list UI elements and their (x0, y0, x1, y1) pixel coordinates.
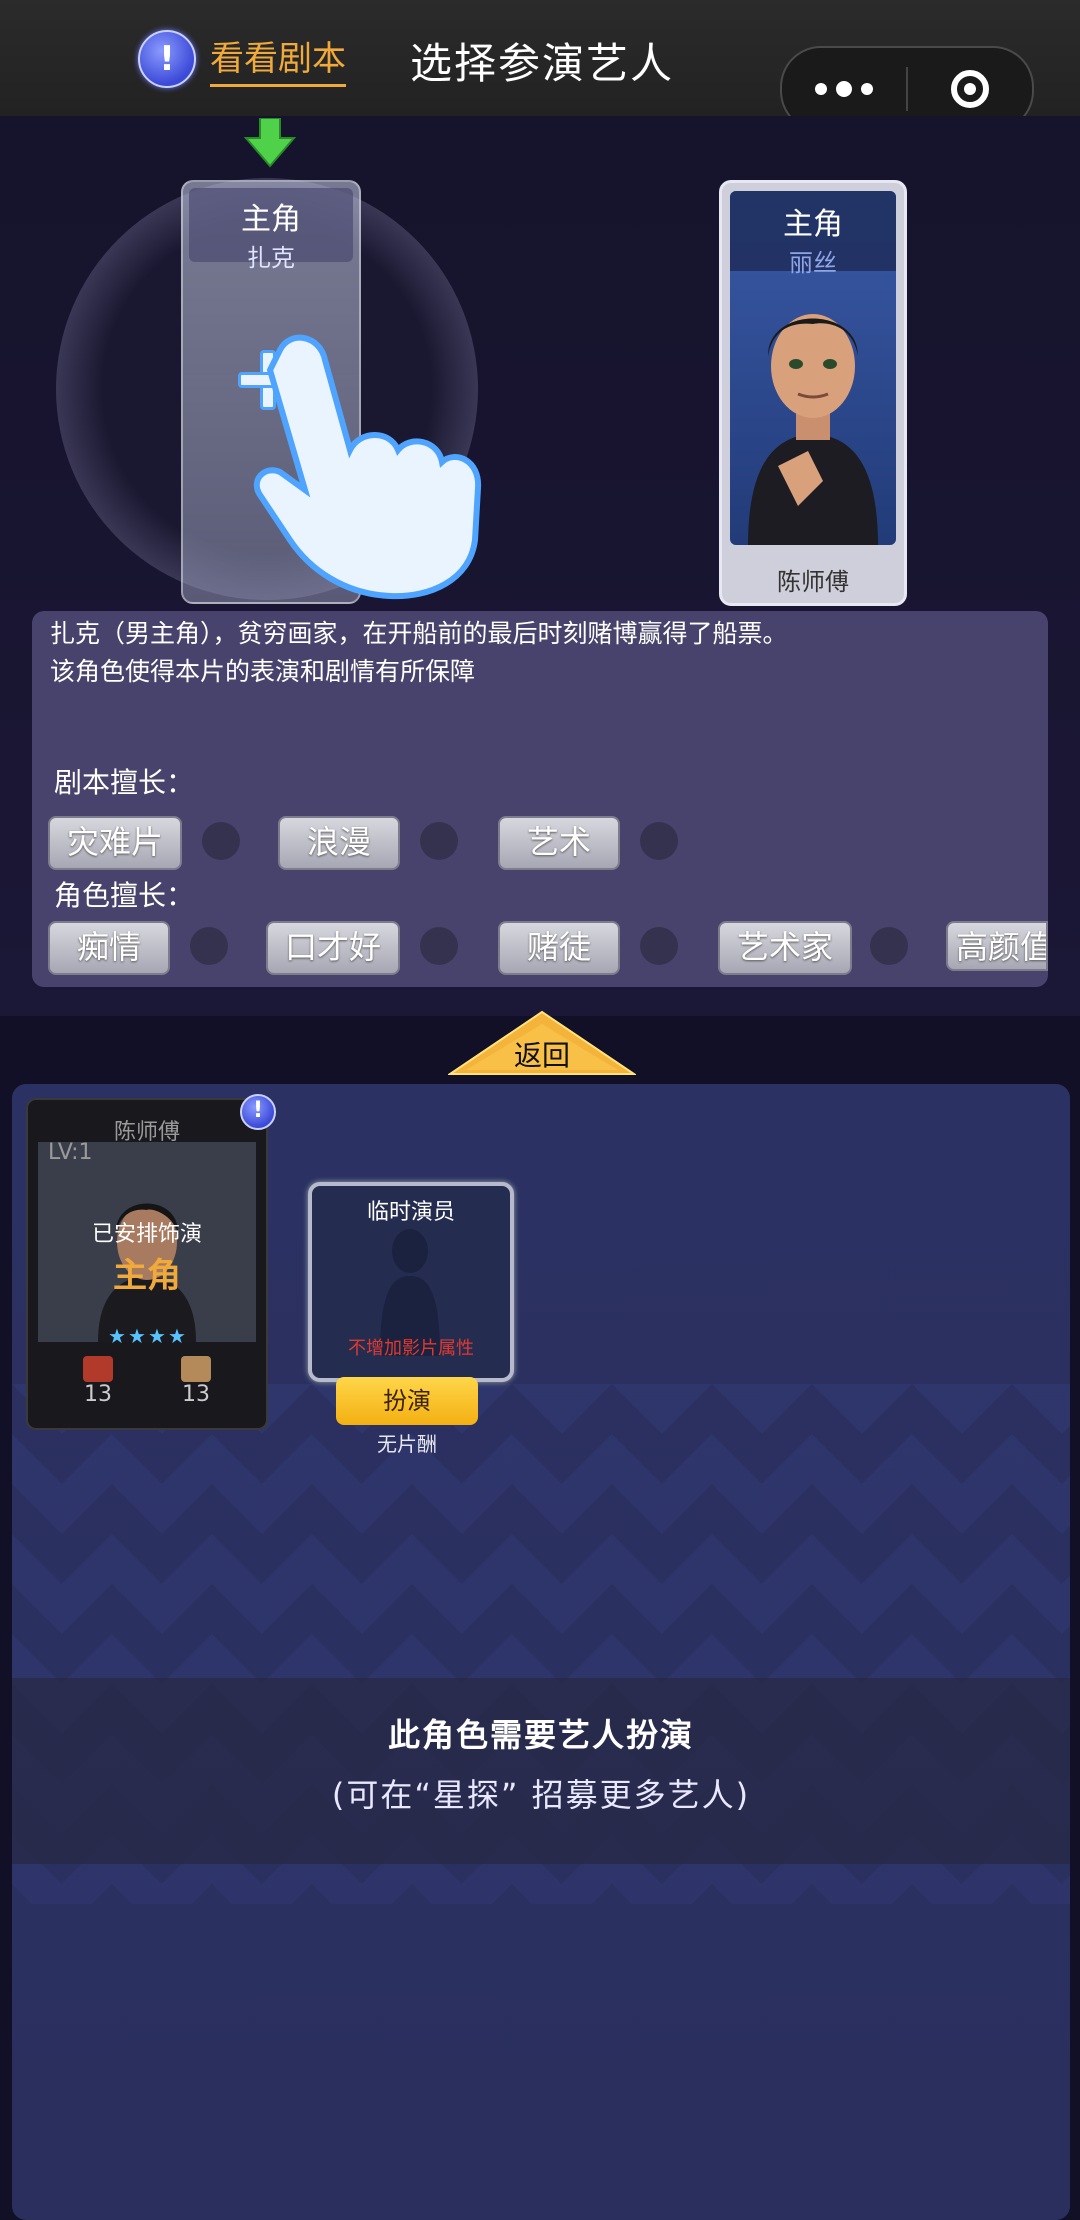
pointing-hand-icon (253, 334, 482, 600)
tag-match-indicator (420, 822, 458, 860)
notice-title: 此角色需要艺人扮演 (387, 1716, 694, 1754)
tag-match-indicator (202, 822, 240, 860)
role-tag: 痴情 (48, 921, 170, 975)
role-strengths-title: 角色擅长： (54, 879, 195, 912)
notice-bar: 此角色需要艺人扮演 (可在“星探” 招募更多艺人) (12, 1678, 1070, 1864)
script-tag: 灾难片 (48, 816, 182, 870)
role-tag: 赌徒 (498, 921, 620, 975)
close-program-button[interactable] (908, 70, 1032, 108)
game-screen: ! 看看剧本 选择参演艺人 主角 扎克 主角 丽丝 陈师傅 扎克（男主角），贫穷… (0, 0, 1080, 2220)
charm-icon (181, 1356, 211, 1382)
artist-star-rating: ★ ★ ★ ★ (108, 1326, 188, 1346)
tag-match-indicator (870, 927, 908, 965)
play-role-button[interactable]: 扮演 (336, 1377, 478, 1425)
actor-portrait-frame: 主角 丽丝 (730, 191, 896, 545)
view-script-label: 看看剧本 (210, 31, 346, 87)
script-strengths-title: 剧本擅长： (54, 766, 195, 799)
star-icon: ★ (168, 1324, 186, 1348)
charm-value: 13 (182, 1382, 210, 1407)
tag-match-indicator (640, 927, 678, 965)
description-line-1: 扎克（男主角），贫穷画家，在开船前的最后时刻赌博赢得了船票。 (50, 619, 788, 648)
extra-title: 临时演员 (366, 1200, 455, 1225)
acting-value: 13 (84, 1382, 112, 1407)
star-icon: ★ (148, 1324, 166, 1348)
extra-note: 不增加影片属性 (348, 1338, 474, 1359)
tag-match-indicator (640, 822, 678, 860)
actor-role-type: 主角 (783, 207, 843, 242)
back-label: 返回 (513, 1039, 570, 1072)
description-line-2: 该角色使得本片的表演和剧情有所保障 (50, 657, 476, 686)
more-menu-icon[interactable] (782, 81, 906, 97)
star-icon: ★ (108, 1324, 126, 1348)
tag-match-indicator (420, 927, 458, 965)
charm-stat: 13 (166, 1348, 226, 1407)
top-bar: ! 看看剧本 选择参演艺人 (0, 0, 1080, 132)
artist-card[interactable]: 陈师傅 LV:1 已安排饰演 主角 ★ ★ ★ ★ 13 13 (26, 1098, 268, 1430)
star-icon: ★ (128, 1324, 146, 1348)
page-title: 选择参演艺人 (410, 39, 675, 88)
exclamation-icon: ! (138, 30, 196, 88)
role-tag: 口才好 (266, 921, 400, 975)
artist-arranged-label: 已安排饰演 (91, 1222, 202, 1247)
role-tag: 艺术家 (718, 921, 852, 975)
acting-icon (83, 1356, 113, 1382)
script-tag: 浪漫 (278, 816, 400, 870)
artist-selection-panel: 陈师傅 LV:1 已安排饰演 主角 ★ ★ ★ ★ 13 13 ! 临时演员 不… (12, 1084, 1070, 2220)
acting-stat: 13 (68, 1348, 128, 1407)
down-arrow-icon (244, 118, 296, 168)
actor-portrait (748, 314, 878, 545)
role-description: 扎克（男主角），贫穷画家，在开船前的最后时刻赌博赢得了船票。 该角色使得本片的表… (50, 615, 788, 691)
artist-alert-icon: ! (240, 1094, 276, 1130)
artist-role: 主角 (113, 1256, 181, 1296)
slot-role-type: 主角 (241, 202, 301, 237)
fee-label: 无片酬 (377, 1432, 437, 1456)
role-description-panel: 扎克（男主角），贫穷画家，在开船前的最后时刻赌博赢得了船票。 该角色使得本片的表… (32, 611, 1048, 987)
extra-actor-card[interactable]: 临时演员 不增加影片属性 (308, 1182, 514, 1382)
artist-level: LV:1 (48, 1140, 93, 1165)
view-script-link[interactable]: ! 看看剧本 (138, 30, 346, 88)
actor-role-name: 丽丝 (789, 249, 837, 277)
actor-header: 主角 丽丝 (730, 191, 896, 277)
assigned-actor-card[interactable]: 主角 丽丝 陈师傅 (719, 180, 907, 606)
close-circle-icon (951, 70, 989, 108)
script-tag: 艺术 (498, 816, 620, 870)
back-button[interactable]: 返回 (446, 1010, 638, 1076)
notice-hint: (可在“星探” 招募更多艺人) (331, 1776, 751, 1814)
slot-header: 主角 扎克 (189, 188, 353, 272)
slot-role-name: 扎克 (247, 244, 295, 272)
actor-name: 陈师傅 (777, 568, 849, 596)
tag-match-indicator (190, 927, 228, 965)
role-tag: 高颜值 (946, 921, 1048, 971)
artist-stats: 13 13 (28, 1348, 266, 1418)
